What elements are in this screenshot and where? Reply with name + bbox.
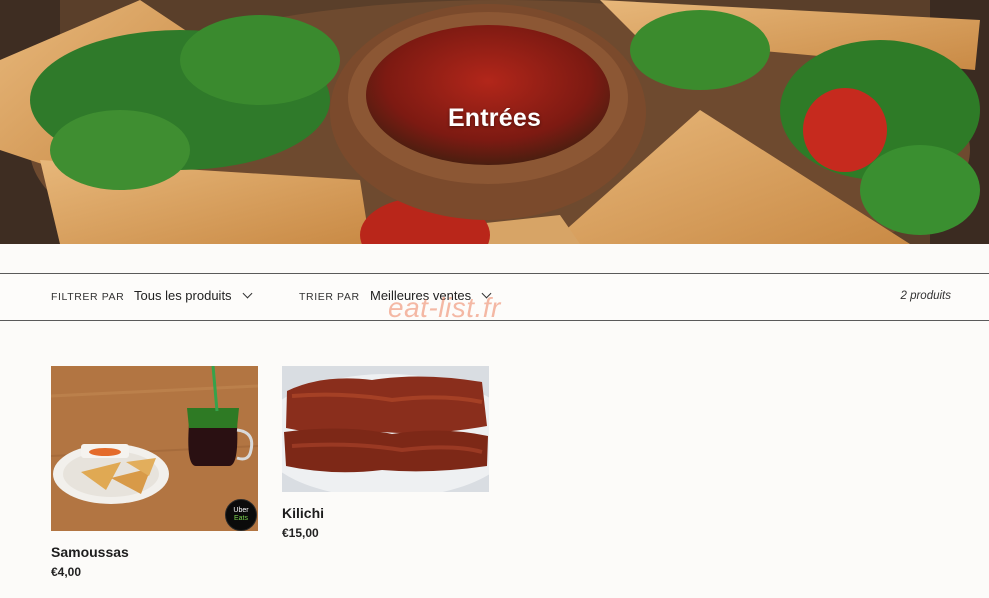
chevron-down-icon <box>242 288 253 299</box>
collection-title: Entrées <box>447 104 542 132</box>
uber-eats-badge: Uber Eats <box>225 499 257 531</box>
product-name[interactable]: Kilichi <box>282 505 324 521</box>
product-count: 2 produits <box>900 290 951 302</box>
product-image[interactable] <box>282 366 489 492</box>
product-image[interactable]: Uber Eats <box>51 366 258 531</box>
product-card-kilichi[interactable]: Kilichi €15,00 <box>282 366 489 546</box>
filter-select-value: Tous les produits <box>134 288 232 303</box>
product-price: €15,00 <box>282 526 319 540</box>
product-price: €4,00 <box>51 565 82 579</box>
product-card-samoussas[interactable]: Uber Eats Samoussas €4,00 <box>51 366 258 586</box>
sort-label: TRIER PAR <box>299 291 360 303</box>
watermark: eat-list.fr <box>388 292 501 323</box>
product-name[interactable]: Samoussas <box>51 544 129 560</box>
filter-select[interactable]: Tous les produits <box>134 288 253 303</box>
collection-hero: Entrées <box>0 0 989 244</box>
filter-label: FILTRER PAR <box>51 291 125 303</box>
